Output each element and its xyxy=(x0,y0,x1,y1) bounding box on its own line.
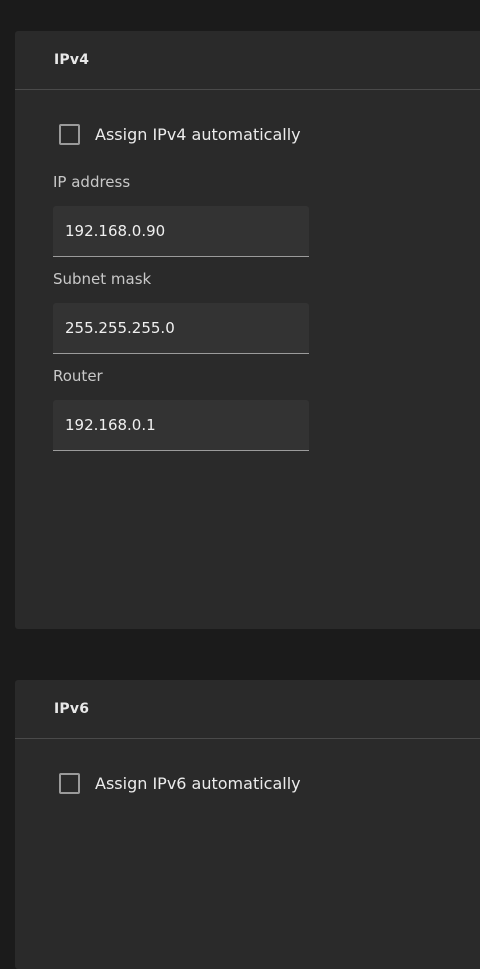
ipv4-panel: IPv4 Assign IPv4 automatically IP addres… xyxy=(15,31,480,629)
assign-ipv4-automatically-label: Assign IPv4 automatically xyxy=(95,124,301,144)
ipv6-panel: IPv6 Assign IPv6 automatically xyxy=(15,680,480,969)
ipv4-panel-header: IPv4 xyxy=(15,31,480,90)
assign-ipv4-automatically-checkbox[interactable]: Assign IPv4 automatically xyxy=(53,122,480,146)
subnet-mask-label: Subnet mask xyxy=(53,270,152,288)
ipv4-panel-body: Assign IPv4 automatically IP address Sub… xyxy=(15,90,480,451)
router-input[interactable] xyxy=(53,400,309,451)
ipv6-panel-body: Assign IPv6 automatically xyxy=(15,739,480,795)
ip-address-input[interactable] xyxy=(53,206,309,257)
checkbox-unchecked-icon[interactable] xyxy=(59,772,80,794)
ipv6-panel-title: IPv6 xyxy=(54,701,90,717)
network-settings-page: IPv4 Assign IPv4 automatically IP addres… xyxy=(0,0,480,969)
ipv4-panel-title: IPv4 xyxy=(54,52,90,68)
ipv6-panel-header: IPv6 xyxy=(15,680,480,739)
checkbox-unchecked-icon[interactable] xyxy=(59,123,80,145)
assign-ipv6-automatically-checkbox[interactable]: Assign IPv6 automatically xyxy=(53,771,480,795)
ip-address-label: IP address xyxy=(53,173,131,191)
subnet-mask-input[interactable] xyxy=(53,303,309,354)
assign-ipv6-automatically-label: Assign IPv6 automatically xyxy=(95,773,301,793)
router-label: Router xyxy=(53,367,103,385)
